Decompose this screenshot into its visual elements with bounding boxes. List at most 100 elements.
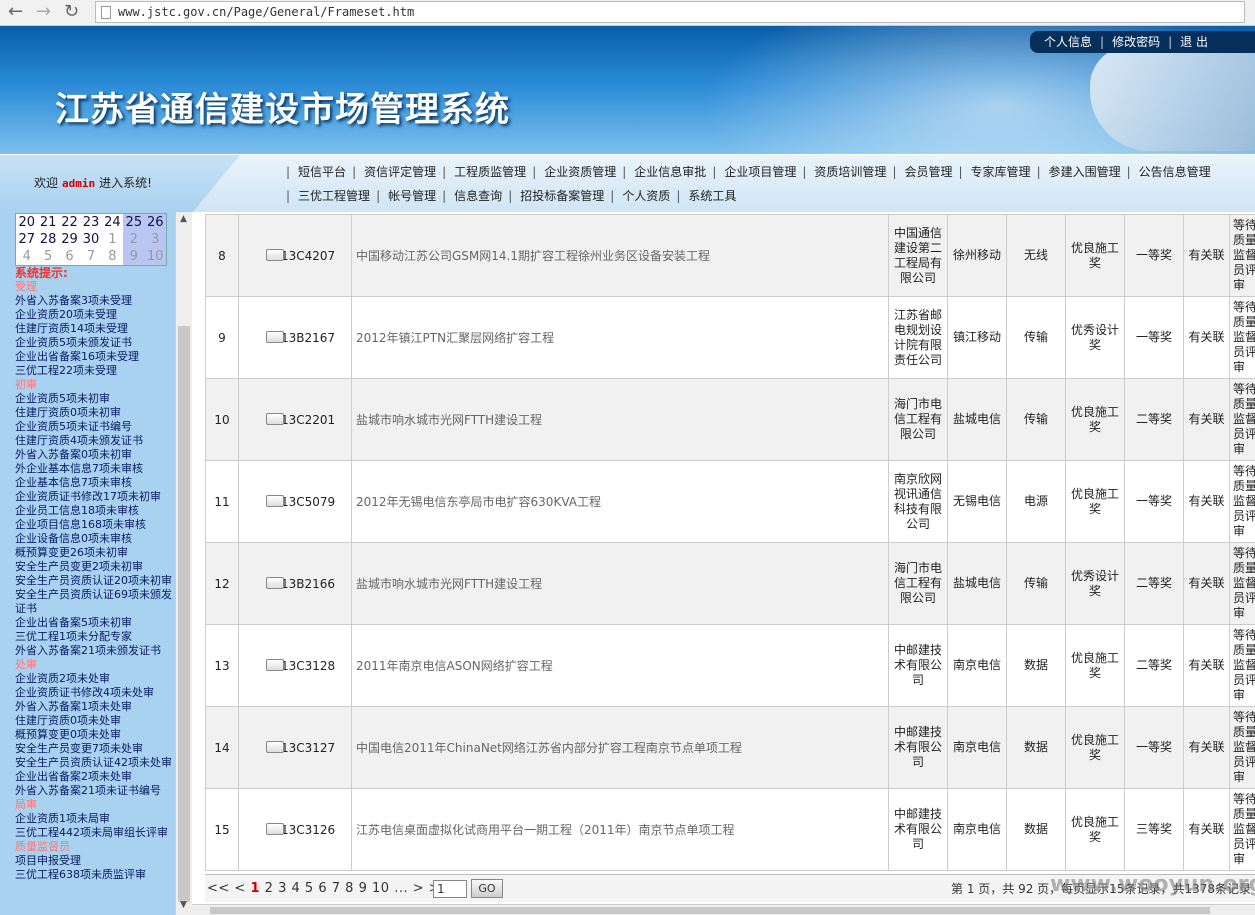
page-link[interactable]: 10 — [372, 881, 390, 896]
project-name-link[interactable]: 盐城市响水城市光网FTTH建设工程 — [351, 378, 889, 461]
calendar-day[interactable]: 4 — [16, 248, 37, 265]
row-checkbox[interactable] — [266, 249, 284, 261]
calendar-day[interactable]: 27 — [16, 231, 37, 248]
hint-link[interactable]: 企业出省备案16项未受理 — [15, 350, 175, 364]
calendar-day[interactable]: 6 — [59, 248, 80, 265]
calendar-day[interactable]: 10 — [144, 248, 166, 265]
forward-icon[interactable]: → — [36, 2, 51, 22]
project-name-link[interactable]: 中国电信2011年ChinaNet网络江苏省内部分扩容工程南京节点单项工程 — [351, 706, 889, 789]
page-link[interactable]: 4 — [291, 881, 300, 896]
hint-link[interactable]: 住建厅资质0项未初审 — [15, 406, 175, 420]
project-name-link[interactable]: 中国移动江苏公司GSM网14.1期扩容工程徐州业务区设备安装工程 — [351, 214, 889, 297]
hint-link[interactable]: 概预算变更26项未初审 — [15, 546, 175, 560]
calendar-day[interactable]: 1 — [102, 231, 123, 248]
page-number-input[interactable]: 1 — [433, 880, 467, 898]
nav-item[interactable]: 资信评定管理 — [364, 163, 436, 180]
hint-link[interactable]: 安全生产员资质认证69项未颁发证书 — [15, 588, 175, 616]
nav-item[interactable]: 帐号管理 — [388, 187, 436, 204]
hint-link[interactable]: 三优工程1项未分配专家 — [15, 630, 175, 644]
logout-link[interactable]: 退 出 — [1180, 35, 1208, 49]
calendar-day[interactable]: 2 — [123, 231, 145, 248]
nav-item[interactable]: 信息查询 — [454, 187, 502, 204]
hint-link[interactable]: 企业员工信息18项未审核 — [15, 504, 175, 518]
nav-item[interactable]: 企业资质管理 — [544, 163, 616, 180]
project-name-link[interactable]: 2011年南京电信ASON网络扩容工程 — [351, 624, 889, 707]
calendar-day[interactable]: 26 — [144, 214, 166, 231]
page-link[interactable]: 2 — [265, 881, 274, 896]
row-checkbox[interactable] — [266, 331, 284, 343]
hint-link[interactable]: 安全生产员资质认证42项未处审 — [15, 756, 175, 770]
hint-link[interactable]: 三优工程442项未局审组长评审 — [15, 826, 175, 840]
hint-link[interactable]: 企业基本信息7项未审核 — [15, 476, 175, 490]
nav-item[interactable]: 专家库管理 — [971, 163, 1031, 180]
calendar-day[interactable]: 22 — [59, 214, 80, 231]
hint-link[interactable]: 外省入苏备案21项未颁发证书 — [15, 644, 175, 658]
project-name-link[interactable]: 江苏电信桌面虚拟化试商用平台一期工程（2011年）南京节点单项工程 — [351, 788, 889, 871]
hint-link[interactable]: 企业设备信息0项未审核 — [15, 532, 175, 546]
hint-link[interactable]: 企业出省备案5项未初审 — [15, 616, 175, 630]
hint-link[interactable]: 三优工程638项未质监评审 — [15, 868, 175, 882]
hint-link[interactable]: 企业资质5项未证书编号 — [15, 420, 175, 434]
calendar-day[interactable]: 20 — [16, 214, 37, 231]
row-checkbox[interactable] — [266, 577, 284, 589]
hint-link[interactable]: 企业资质证书修改17项未初审 — [15, 490, 175, 504]
calendar-day[interactable]: 9 — [123, 248, 145, 265]
page-link[interactable]: 8 — [345, 881, 354, 896]
project-name-link[interactable]: 2012年镇江PTN汇聚层网络扩容工程 — [351, 296, 889, 379]
hint-link[interactable]: 企业出省备案2项未处审 — [15, 770, 175, 784]
row-checkbox[interactable] — [266, 659, 284, 671]
profile-link[interactable]: 个人信息 — [1044, 35, 1092, 49]
nav-item[interactable]: 招投标备案管理 — [520, 187, 604, 204]
back-icon[interactable]: ← — [8, 2, 23, 22]
page-link[interactable]: 6 — [318, 881, 327, 896]
nav-item[interactable]: 系统工具 — [688, 187, 736, 204]
reload-icon[interactable]: ↻ — [64, 2, 79, 22]
hint-link[interactable]: 企业资质5项未初审 — [15, 392, 175, 406]
hint-link[interactable]: 企业资质5项未颁发证书 — [15, 336, 175, 350]
hint-link[interactable]: 外省入苏备案21项未证书编号 — [15, 784, 175, 798]
calendar-day[interactable]: 3 — [144, 231, 166, 248]
calendar-day[interactable]: 29 — [59, 231, 80, 248]
hint-link[interactable]: 企业资质20项未受理 — [15, 308, 175, 322]
prev-page-links[interactable]: << < — [207, 881, 250, 896]
nav-item[interactable]: 企业信息审批 — [634, 163, 706, 180]
hint-link[interactable]: 概预算变更0项未处审 — [15, 728, 175, 742]
address-bar[interactable]: www.jstc.gov.cn/Page/General/Frameset.ht… — [95, 1, 1245, 23]
hint-link[interactable]: 外省入苏备案0项未初审 — [15, 448, 175, 462]
nav-item[interactable]: 会员管理 — [904, 163, 952, 180]
hint-link[interactable]: 安全生产员资质认证20项未初审 — [15, 574, 175, 588]
hint-link[interactable]: 安全生产员变更7项未处审 — [15, 742, 175, 756]
nav-item[interactable]: 资质培训管理 — [814, 163, 886, 180]
hint-link[interactable]: 三优工程22项未受理 — [15, 364, 175, 378]
page-link[interactable]: 5 — [305, 881, 314, 896]
row-checkbox[interactable] — [266, 823, 284, 835]
hint-link[interactable]: 企业项目信息168项未审核 — [15, 518, 175, 532]
page-link[interactable]: 1 — [250, 881, 260, 896]
calendar-day[interactable]: 7 — [80, 248, 101, 265]
nav-item[interactable]: 公告信息管理 — [1139, 163, 1211, 180]
page-link[interactable]: 9 — [359, 881, 368, 896]
hint-link[interactable]: 外企业基本信息7项未审核 — [15, 462, 175, 476]
page-link[interactable]: 7 — [332, 881, 341, 896]
nav-item[interactable]: 企业项目管理 — [724, 163, 796, 180]
row-checkbox[interactable] — [266, 495, 284, 507]
nav-item[interactable]: 参建入围管理 — [1049, 163, 1121, 180]
hint-link[interactable]: 企业资质1项未局审 — [15, 812, 175, 826]
calendar-day[interactable]: 8 — [102, 248, 123, 265]
hint-link[interactable]: 企业资质2项未处审 — [15, 672, 175, 686]
change-password-link[interactable]: 修改密码 — [1112, 35, 1160, 49]
go-button[interactable]: GO — [471, 879, 503, 898]
calendar-day[interactable]: 24 — [102, 214, 123, 231]
hint-link[interactable]: 安全生产员变更2项未初审 — [15, 560, 175, 574]
nav-item[interactable]: 短信平台 — [298, 163, 346, 180]
nav-item[interactable]: 工程质监管理 — [454, 163, 526, 180]
calendar-day[interactable]: 30 — [80, 231, 101, 248]
hint-link[interactable]: 外省入苏备案3项未受理 — [15, 294, 175, 308]
calendar-day[interactable]: 25 — [123, 214, 145, 231]
hint-link[interactable]: 外省入苏备案1项未处审 — [15, 700, 175, 714]
hint-link[interactable]: 住建厅资质14项未受理 — [15, 322, 175, 336]
sidebar-scrollbar[interactable]: ▲ ▼ — [175, 212, 192, 915]
project-name-link[interactable]: 2012年无锡电信东亭局市电扩容630KVA工程 — [351, 460, 889, 543]
page-link[interactable]: 3 — [278, 881, 287, 896]
hint-link[interactable]: 企业资质证书修改4项未处审 — [15, 686, 175, 700]
